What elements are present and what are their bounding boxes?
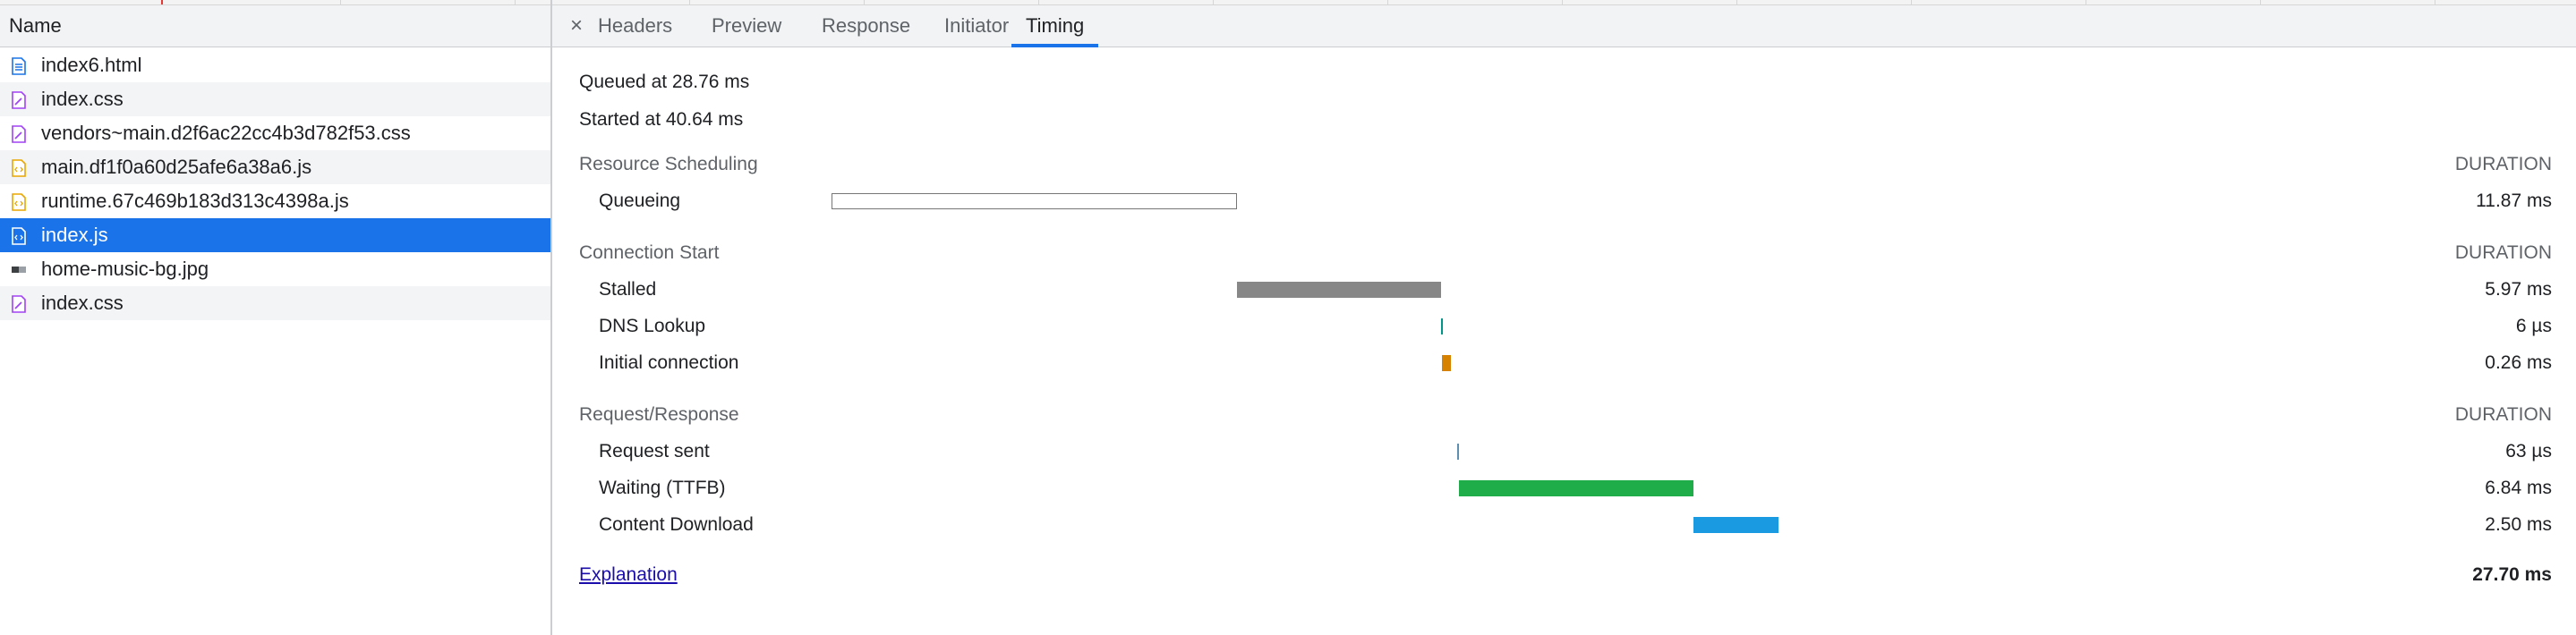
overview-gridline <box>864 0 865 4</box>
overview-gridline <box>1736 0 1737 4</box>
overview-gridline <box>1562 0 1563 4</box>
tab-initiator[interactable]: Initiator <box>930 5 1023 47</box>
phase-duration: 63 µs <box>2505 441 2552 461</box>
name-column-header[interactable]: Name <box>9 5 62 47</box>
duration-header: DURATION <box>2454 154 2552 174</box>
phase-duration: 5.97 ms <box>2485 279 2552 300</box>
section-title: Request/Response <box>579 404 739 425</box>
stylesheet-icon <box>12 295 26 313</box>
phase-label: Initial connection <box>599 352 739 373</box>
request-name: index6.html <box>41 54 142 76</box>
section-title: Connection Start <box>579 242 720 263</box>
tab-response[interactable]: Response <box>807 5 925 47</box>
timing-bar <box>1459 480 1693 496</box>
stylesheet-icon <box>12 125 26 143</box>
overview-gridline <box>689 0 690 4</box>
request-name: index.css <box>41 292 124 314</box>
request-name: index.js <box>41 224 108 246</box>
request-name: vendors~main.d2f6ac22cc4b3d782f53.css <box>41 122 411 144</box>
phase-label: Queueing <box>599 190 681 211</box>
phase-duration: 2.50 ms <box>2485 514 2552 535</box>
request-row[interactable]: vendors~main.d2f6ac22cc4b3d782f53.css <box>0 116 550 150</box>
total-duration: 27.70 ms <box>2472 564 2552 585</box>
overview-marker <box>161 0 163 4</box>
phase-label: Waiting (TTFB) <box>599 478 726 498</box>
request-name: runtime.67c469b183d313c4398a.js <box>41 190 349 212</box>
script-icon <box>12 193 26 211</box>
timing-bar <box>1441 355 1451 371</box>
overview-gridline <box>1038 0 1039 4</box>
tab-headers[interactable]: Headers <box>584 5 687 47</box>
detail-tabs: × Headers Preview Response Initiator Tim… <box>552 5 2576 47</box>
timing-bar <box>832 193 1238 209</box>
phase-duration: 6 µs <box>2515 316 2552 336</box>
request-row[interactable]: home-music-bg.jpg <box>0 252 550 286</box>
request-list: index6.html index.css vendors~main.d2f6ac2… <box>0 48 550 320</box>
request-row[interactable]: runtime.67c469b183d313c4398a.js <box>0 184 550 218</box>
image-icon <box>12 261 26 279</box>
script-icon <box>12 227 26 245</box>
started-at-text: Started at 40.64 ms <box>579 109 744 130</box>
request-name: index.css <box>41 88 124 110</box>
request-name: main.df1f0a60d25afe6a38a6.js <box>41 156 312 178</box>
tab-preview[interactable]: Preview <box>697 5 796 47</box>
phase-duration: 0.26 ms <box>2485 352 2552 373</box>
timing-bar <box>1441 318 1444 334</box>
overview-gridline <box>2260 0 2261 4</box>
timing-bar <box>1693 517 1779 533</box>
overview-gridline <box>1213 0 1214 4</box>
overview-gridline <box>1387 0 1388 4</box>
timing-bar <box>1237 282 1442 298</box>
explanation-link[interactable]: Explanation <box>579 564 678 586</box>
stylesheet-icon <box>12 91 26 109</box>
tab-timing[interactable]: Timing <box>1011 5 1099 47</box>
phase-duration: 6.84 ms <box>2485 478 2552 498</box>
phase-label: DNS Lookup <box>599 316 706 336</box>
overview-gridline <box>515 0 516 4</box>
request-list-panel: Name index6.html index.css vendors~main.d2… <box>0 5 550 635</box>
document-icon <box>12 57 26 75</box>
request-row[interactable]: index.css <box>0 286 550 320</box>
request-row[interactable]: index.css <box>0 82 550 116</box>
request-detail-panel: × Headers Preview Response Initiator Tim… <box>552 5 2576 635</box>
duration-header: DURATION <box>2454 404 2552 425</box>
queued-at-text: Queued at 28.76 ms <box>579 72 750 92</box>
overview-gridline <box>340 0 341 4</box>
phase-label: Content Download <box>599 514 754 535</box>
request-list-header[interactable]: Name <box>0 5 550 47</box>
request-name: home-music-bg.jpg <box>41 258 209 280</box>
duration-header: DURATION <box>2454 242 2552 263</box>
request-row[interactable]: main.df1f0a60d25afe6a38a6.js <box>0 150 550 184</box>
phase-label: Request sent <box>599 441 710 461</box>
request-row[interactable]: index6.html <box>0 48 550 82</box>
script-icon <box>12 159 26 177</box>
phase-duration: 11.87 ms <box>2476 190 2552 211</box>
section-title: Resource Scheduling <box>579 154 758 174</box>
phase-label: Stalled <box>599 279 657 300</box>
request-row[interactable]: index.js <box>0 218 550 252</box>
timing-bar <box>1457 444 1460 460</box>
close-icon[interactable]: × <box>570 5 583 47</box>
overview-gridline <box>1911 0 1912 4</box>
